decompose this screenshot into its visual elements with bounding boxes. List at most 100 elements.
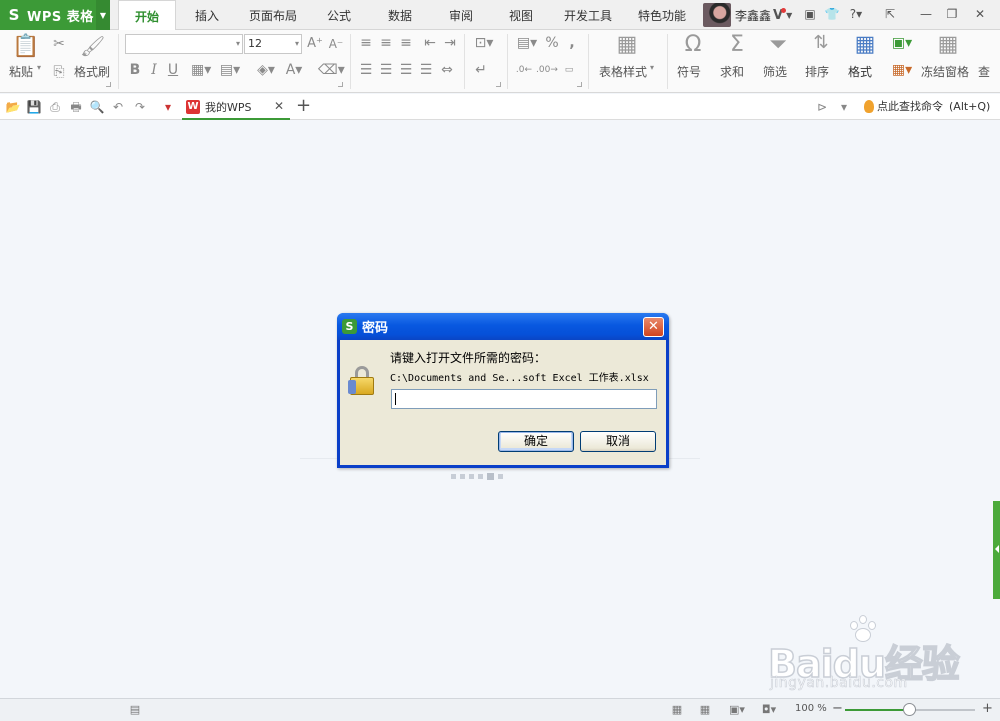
print-icon[interactable]: 🖶 [68, 99, 84, 115]
format-painter-button[interactable]: 格式刷 [74, 63, 110, 80]
normal-view-icon[interactable]: ▦ [670, 703, 684, 717]
clipboard-group-launcher-icon[interactable] [106, 82, 111, 87]
avatar[interactable] [703, 3, 731, 27]
mail-icon[interactable]: ▣ [802, 6, 818, 22]
restore-icon[interactable]: ❐ [944, 6, 960, 22]
align-top-icon[interactable]: ≡ [358, 34, 374, 52]
side-panel-toggle-icon[interactable] [993, 501, 1000, 599]
app-dropdown-icon[interactable]: ▼ [96, 0, 110, 30]
zoom-out-icon[interactable]: − [832, 701, 843, 716]
customize-quick-access-icon[interactable]: ▾ [160, 99, 176, 115]
percent-button[interactable]: % [545, 34, 559, 52]
reading-mode-icon[interactable]: ▣▾ [724, 703, 750, 717]
tab-special-features[interactable]: 特色功能 [630, 0, 694, 30]
tab-insert[interactable]: 插入 [182, 0, 232, 30]
undo-icon[interactable]: ↶ [110, 99, 126, 115]
font-name-combo[interactable]: ▾ [125, 34, 243, 54]
distributed-icon[interactable]: ⇔ [438, 61, 456, 79]
tab-home[interactable]: 开始 [118, 0, 176, 31]
copy-icon[interactable]: ⎘ [50, 63, 68, 81]
dialog-title-bar[interactable]: S 密码 ✕ [337, 313, 669, 340]
clear-format-icon[interactable]: ⌫▾ [318, 61, 345, 79]
table-style-icon[interactable]: ▦ [614, 32, 640, 58]
align-bottom-icon[interactable]: ≡ [398, 34, 414, 52]
command-search[interactable]: 点此查找命令 (Alt+Q) [864, 98, 990, 114]
zoom-slider-thumb[interactable] [903, 703, 916, 716]
user-dropdown-icon[interactable]: ▼ [786, 11, 792, 20]
font-group-launcher-icon[interactable] [338, 82, 343, 87]
symbol-icon[interactable]: Ω [680, 32, 706, 58]
sort-button[interactable]: 排序 [805, 63, 829, 80]
bold-button[interactable]: B [128, 61, 142, 79]
close-icon[interactable]: ✕ [972, 6, 988, 22]
increase-decimal-icon[interactable]: .0← [514, 61, 534, 79]
ok-button[interactable]: 确定 [498, 431, 574, 452]
alignment-group-launcher-icon[interactable] [496, 82, 501, 87]
save-icon[interactable]: 💾 [26, 99, 42, 115]
format-button[interactable]: 格式 [848, 63, 872, 80]
tab-view[interactable]: 视图 [498, 0, 544, 30]
increase-font-icon[interactable]: A⁺ [307, 35, 323, 53]
underline-button[interactable]: U [166, 61, 180, 79]
currency-format-icon[interactable]: ▭ [560, 61, 578, 79]
row-column-icon[interactable]: ▦▾ [888, 61, 916, 79]
decrease-indent-icon[interactable]: ⇤ [422, 34, 438, 52]
open-folder-icon[interactable]: 📂 [5, 99, 21, 115]
app-menu-button[interactable]: S WPS 表格 ▼ [0, 0, 110, 30]
export-pdf-icon[interactable]: ⎙ [47, 99, 63, 115]
font-size-combo[interactable]: 12 ▾ [244, 34, 302, 54]
tab-formulas[interactable]: 公式 [316, 0, 362, 30]
table-style-dropdown-icon[interactable]: ▾ [650, 63, 654, 72]
wrap-text-icon[interactable]: ↵ [472, 61, 490, 79]
decrease-decimal-icon[interactable]: .00→ [536, 61, 558, 79]
justify-icon[interactable]: ☰ [418, 61, 434, 79]
sum-button[interactable]: 求和 [720, 63, 744, 80]
cut-icon[interactable]: ✂ [50, 35, 68, 53]
tab-menu-icon[interactable]: ▾ [836, 99, 852, 115]
document-tab[interactable]: W 我的WPS ✕ [182, 95, 290, 120]
find-button-partial[interactable]: 查 [978, 63, 998, 80]
fill-color-icon[interactable]: ◈▾ [256, 61, 276, 79]
dialog-close-icon[interactable]: ✕ [643, 317, 664, 337]
user-account[interactable]: 李鑫鑫 V ▼ [703, 2, 792, 28]
eye-protection-icon[interactable]: ◘▾ [756, 703, 782, 717]
cancel-button[interactable]: 取消 [580, 431, 656, 452]
merge-center-icon[interactable]: ⊡▾ [472, 34, 496, 52]
number-group-launcher-icon[interactable] [577, 82, 582, 87]
sort-icon[interactable]: ⇅ [808, 32, 834, 58]
skin-shirt-icon[interactable]: 👕 [824, 6, 840, 22]
align-middle-icon[interactable]: ≡ [378, 34, 394, 52]
tab-page-layout[interactable]: 页面布局 [240, 0, 306, 30]
zoom-in-icon[interactable]: + [982, 701, 993, 716]
align-center-icon[interactable]: ☰ [378, 61, 394, 79]
sum-icon[interactable]: Σ [724, 32, 750, 58]
align-left-icon[interactable]: ☰ [358, 61, 374, 79]
format-icon[interactable]: ▦ [852, 32, 878, 58]
comma-button[interactable]: , [566, 34, 578, 52]
tab-developer[interactable]: 开发工具 [556, 0, 620, 30]
page-break-view-icon[interactable]: ▦ [698, 703, 712, 717]
decrease-font-icon[interactable]: A⁻ [328, 35, 344, 53]
tab-data[interactable]: 数据 [377, 0, 423, 30]
new-tab-plus-icon[interactable]: + [296, 96, 311, 116]
zoom-level[interactable]: 100 % [795, 703, 827, 714]
help-icon[interactable]: ?▾ [847, 6, 865, 22]
paste-dropdown-icon[interactable]: ▾ [37, 63, 41, 72]
symbol-button[interactable]: 符号 [677, 63, 701, 80]
merge-borders-icon[interactable]: ▤▾ [219, 61, 241, 79]
align-right-icon[interactable]: ☰ [398, 61, 414, 79]
number-format-icon[interactable]: ▤▾ [514, 34, 540, 52]
close-tab-icon[interactable]: ✕ [274, 99, 284, 113]
tab-list-icon[interactable]: ⊳ [814, 99, 830, 115]
minimize-icon[interactable]: — [918, 6, 934, 22]
password-input[interactable] [391, 389, 657, 409]
sheet-list-icon[interactable]: ▤ [128, 703, 142, 717]
table-style-button[interactable]: 表格样式 [599, 63, 647, 80]
paste-button[interactable]: 粘贴 [9, 63, 33, 80]
ribbon-collapse-icon[interactable]: ⇱ [882, 6, 898, 22]
filter-button[interactable]: 筛选 [763, 63, 787, 80]
italic-button[interactable]: I [147, 61, 161, 79]
tab-review[interactable]: 审阅 [438, 0, 484, 30]
redo-icon[interactable]: ↷ [132, 99, 148, 115]
format-painter-icon[interactable]: 🖌 [80, 34, 105, 60]
